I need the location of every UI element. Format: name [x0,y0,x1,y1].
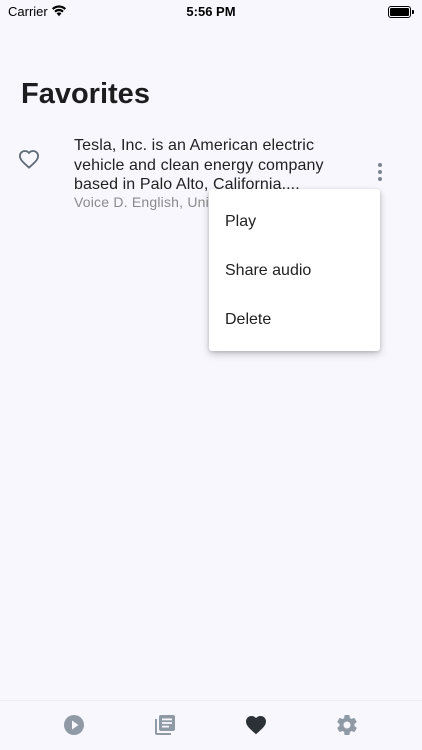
menu-item-share-audio[interactable]: Share audio [209,246,380,295]
item-context-menu: Play Share audio Delete [209,189,380,351]
item-description: Tesla, Inc. is an American electric vehi… [74,137,324,193]
battery-icon [388,5,414,18]
item-subtitle: Voice D. English, Uni [74,194,209,210]
favorites-screen: Carrier 5:56 PM Favorites Tesla, Inc. is [0,0,422,750]
more-vertical-icon[interactable] [373,162,387,182]
bottom-navigation [0,700,422,750]
gear-icon [337,715,357,736]
page-title: Favorites [21,78,150,110]
status-time: 5:56 PM [186,4,236,19]
menu-item-delete[interactable]: Delete [209,295,380,344]
nav-tab-settings[interactable] [335,713,359,737]
nav-tab-favorites[interactable] [244,713,268,737]
menu-item-play[interactable]: Play [209,197,380,246]
nav-tab-library[interactable] [153,713,177,737]
heart-filled-icon [246,716,266,735]
status-bar: Carrier 5:56 PM [0,0,422,24]
heart-outline-icon[interactable] [18,149,40,169]
library-icon [155,715,175,735]
play-circle-icon [64,715,84,735]
nav-tab-player[interactable] [62,713,86,737]
